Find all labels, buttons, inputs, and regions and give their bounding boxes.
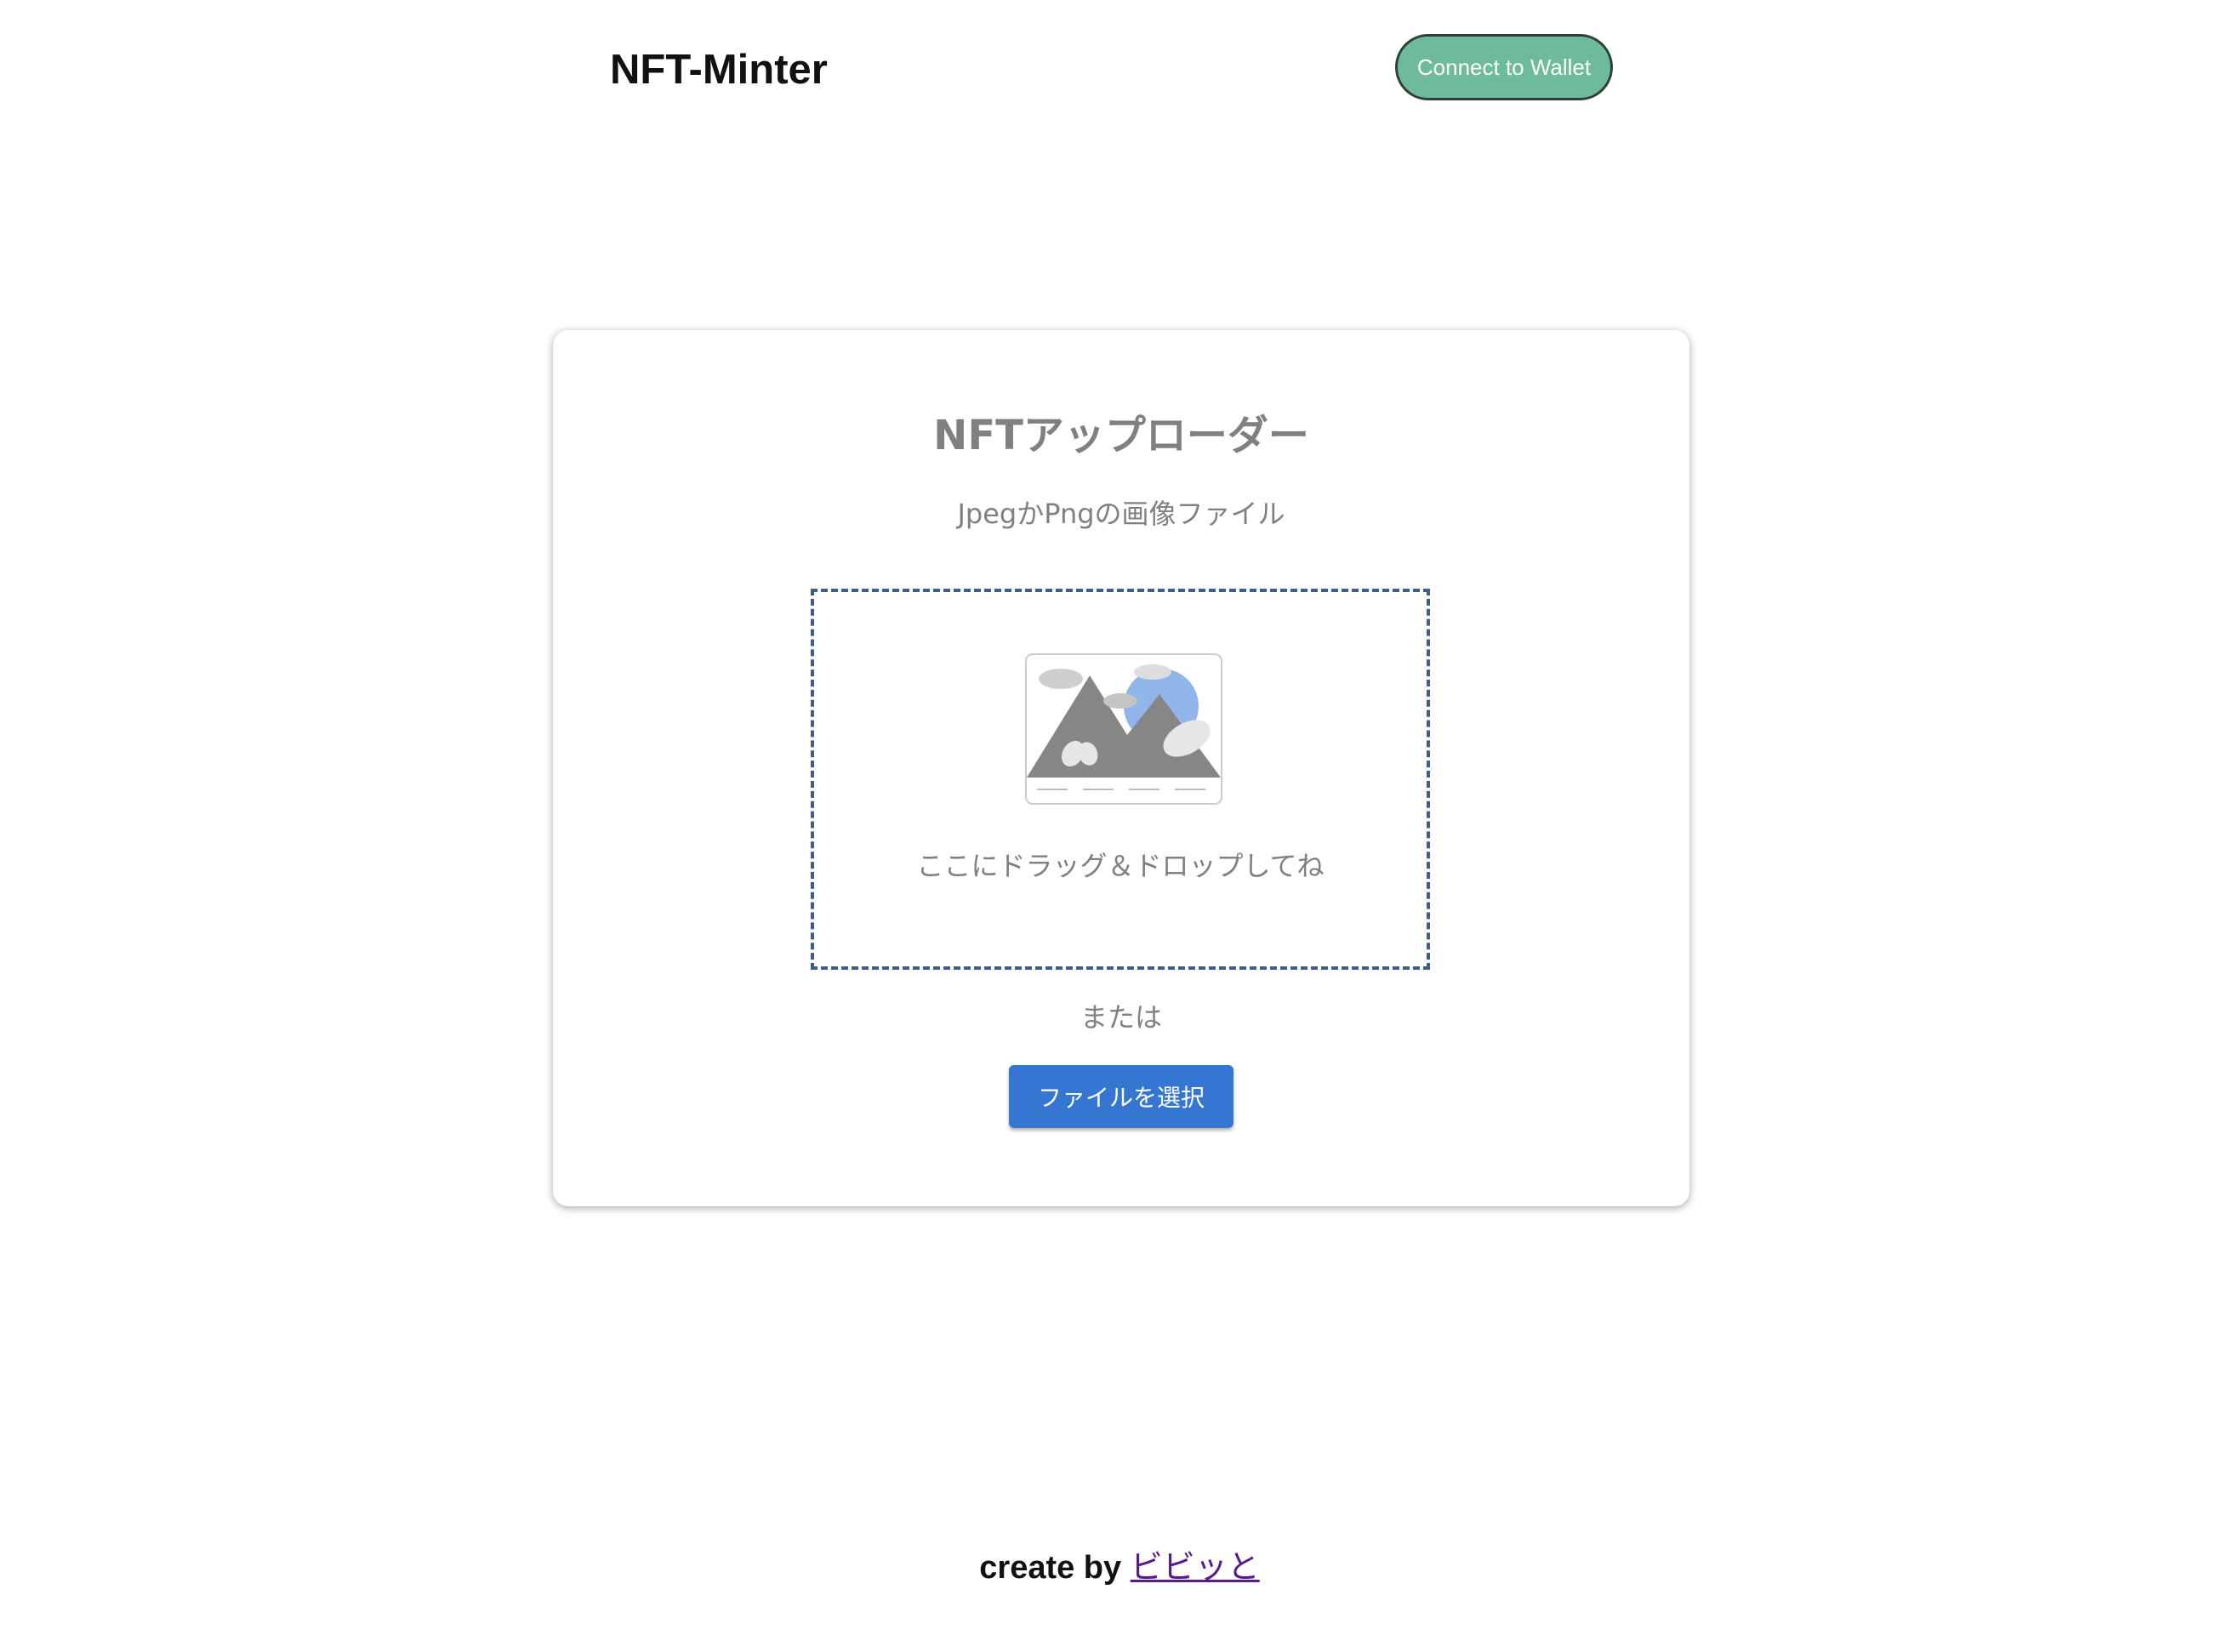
drop-hint: ここにドラッグ＆ドロップしてね <box>916 850 1325 882</box>
footer: create by ビビッと <box>0 1545 2239 1590</box>
page: NFT-Minter Connect to Wallet NFTアップローダー … <box>0 0 2239 1652</box>
app-title: NFT-Minter <box>610 47 828 93</box>
uploader-subtitle: JpegかPngの画像ファイル <box>957 498 1285 530</box>
or-separator: または <box>1080 1001 1162 1034</box>
image-placeholder-icon <box>1025 653 1222 805</box>
uploader-title: NFTアップローダー <box>933 412 1309 459</box>
uploader-card: NFTアップローダー JpegかPngの画像ファイル ここにドラッグ＆ドロップし… <box>553 330 1689 1206</box>
connect-wallet-button[interactable]: Connect to Wallet <box>1395 34 1613 100</box>
select-file-button[interactable]: ファイルを選択 <box>1009 1065 1233 1128</box>
footer-prefix: create by <box>979 1550 1131 1586</box>
dropzone[interactable]: ここにドラッグ＆ドロップしてね <box>811 589 1430 970</box>
author-link[interactable]: ビビッと <box>1131 1548 1260 1586</box>
